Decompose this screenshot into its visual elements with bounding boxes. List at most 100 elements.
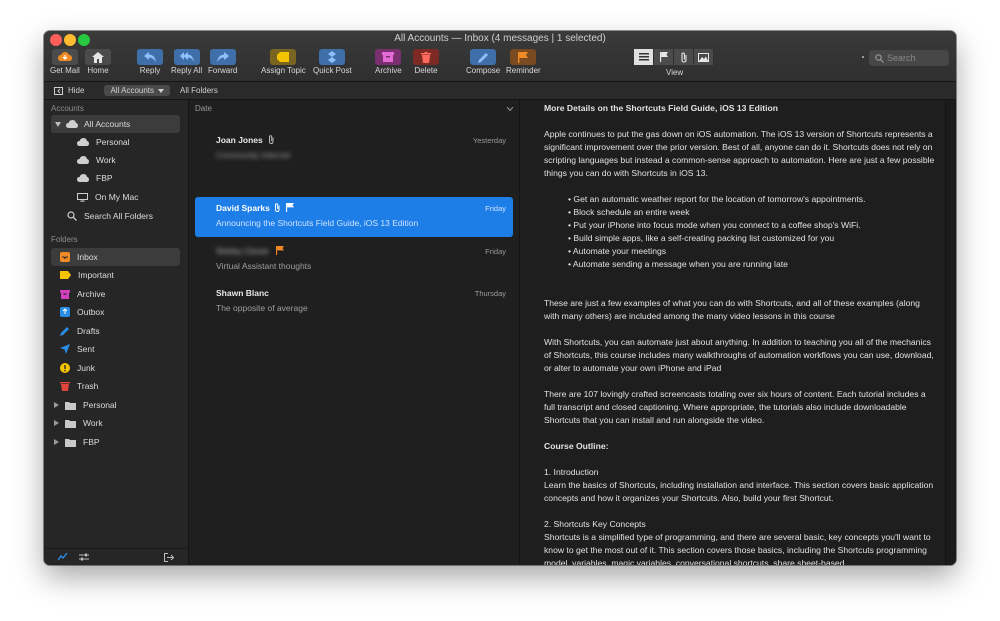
- message-row-selected[interactable]: David Sparks Friday Announcing the Short…: [195, 197, 513, 237]
- folders-section-label: Folders: [51, 235, 78, 244]
- sidebar-item-personal-account[interactable]: Personal: [51, 133, 180, 151]
- computer-icon: [77, 192, 88, 202]
- flagged-view-button[interactable]: [654, 49, 674, 65]
- all-folders-button[interactable]: All Folders: [180, 86, 218, 95]
- paper-plane-icon: [60, 344, 70, 354]
- trash-icon: [60, 382, 70, 391]
- scrollbar[interactable]: [945, 100, 956, 565]
- sidebar-item-search-all-folders[interactable]: Search All Folders: [51, 207, 180, 225]
- outbox-icon: [60, 307, 70, 317]
- forward-button[interactable]: Forward: [208, 49, 237, 75]
- quick-post-icon: [328, 51, 337, 63]
- sign-out-icon[interactable]: [164, 553, 174, 562]
- quick-post-button[interactable]: Quick Post: [313, 49, 352, 75]
- sidebar-item-sent[interactable]: Sent: [51, 340, 180, 358]
- home-button[interactable]: Home: [85, 49, 111, 75]
- message-subject: The opposite of average: [216, 303, 308, 313]
- list-item: Put your iPhone into focus mode when you…: [568, 219, 936, 232]
- hide-sidebar-button[interactable]: Hide: [54, 86, 84, 95]
- sidebar-item-inbox[interactable]: Inbox: [51, 248, 180, 266]
- search-placeholder: Search: [887, 53, 916, 63]
- compose-button[interactable]: Compose: [466, 49, 500, 75]
- message-subject: Announcing the Shortcuts Field Guide, iO…: [216, 218, 419, 228]
- sidebar-item-fbp-account[interactable]: FBP: [51, 169, 180, 187]
- sidebar-item-important[interactable]: Important: [51, 266, 180, 284]
- chevron-down-icon: [158, 88, 165, 93]
- paperclip-icon: [269, 135, 274, 144]
- cloud-icon: [77, 138, 89, 146]
- sidebar-item-drafts[interactable]: Drafts: [51, 322, 180, 340]
- image-icon: [698, 52, 709, 62]
- sidebar-item-work-folder[interactable]: Work: [51, 414, 180, 432]
- search-field[interactable]: Search: [869, 50, 949, 66]
- assign-topic-button[interactable]: Assign Topic: [261, 49, 306, 75]
- message-sender: Shirley Clover: [216, 246, 269, 256]
- list-item: Get an automatic weather report for the …: [568, 193, 936, 206]
- attachments-view-button[interactable]: [674, 49, 694, 65]
- cloud-icon: [77, 156, 89, 164]
- all-accounts-dropdown[interactable]: All Accounts: [104, 85, 171, 96]
- message-date: Thursday: [474, 289, 506, 298]
- chevron-down-icon[interactable]: [507, 107, 513, 111]
- reply-icon: [144, 52, 156, 62]
- sidebar-item-personal-folder[interactable]: Personal: [51, 396, 180, 414]
- sliders-icon[interactable]: [79, 553, 89, 561]
- message-sender: Joan Jones: [216, 135, 263, 145]
- get-mail-button[interactable]: Get Mail: [50, 49, 80, 75]
- sidebar: Accounts All Accounts Personal Work FBP …: [44, 100, 189, 565]
- outline-heading: Course Outline:: [544, 441, 609, 451]
- activity-icon[interactable]: [58, 553, 68, 561]
- sidebar-footer: [44, 548, 188, 565]
- sidebar-item-all-accounts[interactable]: All Accounts: [51, 115, 180, 133]
- sidebar-item-work-account[interactable]: Work: [51, 151, 180, 169]
- sidebar-item-fbp-folder[interactable]: FBP: [51, 433, 180, 451]
- archive-icon: [382, 52, 395, 62]
- home-icon: [92, 51, 104, 63]
- list-view-button[interactable]: [634, 49, 654, 65]
- delete-button[interactable]: Delete: [413, 49, 439, 75]
- message-heading: More Details on the Shortcuts Field Guid…: [544, 103, 778, 113]
- paperclip-icon: [275, 203, 280, 212]
- message-row[interactable]: Shawn Blanc Thursday The opposite of ave…: [195, 282, 513, 322]
- pencil-icon: [60, 327, 69, 336]
- sidebar-item-archive[interactable]: Archive: [51, 285, 180, 303]
- toolbar: All Accounts — Inbox (4 messages | 1 sel…: [44, 31, 956, 82]
- paperclip-icon: [680, 51, 687, 63]
- message-row[interactable]: Joan Jones Yesterday Community Internet: [195, 129, 513, 169]
- message-date: Friday: [485, 204, 506, 213]
- reminder-button[interactable]: Reminder: [506, 49, 541, 75]
- sidebar-item-junk[interactable]: Junk: [51, 359, 180, 377]
- get-mail-icon: [57, 52, 72, 61]
- folder-icon: [65, 401, 76, 410]
- outline-section-title: 2. Shortcuts Key Concepts: [544, 519, 646, 529]
- reply-button[interactable]: Reply: [137, 49, 163, 75]
- tag-icon: [277, 52, 290, 62]
- sort-header[interactable]: Date: [195, 104, 212, 113]
- cloud-icon: [66, 120, 78, 128]
- sidebar-item-trash[interactable]: Trash: [51, 377, 180, 395]
- folder-icon: [65, 438, 76, 447]
- sidebar-item-on-my-mac[interactable]: On My Mac: [51, 188, 180, 206]
- outline-section-title: 1. Introduction: [544, 467, 599, 477]
- list-item: Build simple apps, like a self-creating …: [568, 232, 936, 245]
- message-date: Friday: [485, 247, 506, 256]
- inbox-icon: [60, 252, 70, 262]
- sidebar-item-outbox[interactable]: Outbox: [51, 303, 180, 321]
- compose-icon: [477, 52, 488, 63]
- accounts-section-label: Accounts: [51, 104, 84, 113]
- folder-bar: Hide All Accounts All Folders: [44, 82, 956, 100]
- message-sender: David Sparks: [216, 203, 270, 213]
- body-paragraph: There are 107 lovingly crafted screencas…: [544, 389, 926, 425]
- cloud-icon: [77, 174, 89, 182]
- list-item: Automate your meetings: [568, 245, 936, 258]
- feature-list: Get an automatic weather report for the …: [544, 193, 936, 271]
- photos-view-button[interactable]: [694, 49, 714, 65]
- flag-icon: [276, 246, 284, 255]
- reply-all-button[interactable]: Reply All: [171, 49, 202, 75]
- archive-button[interactable]: Archive: [375, 49, 402, 75]
- list-icon: [638, 53, 649, 61]
- search-icon: [875, 53, 884, 63]
- message-row[interactable]: Shirley Clover Friday Virtual Assistant …: [195, 240, 513, 280]
- flag-icon: [659, 52, 668, 62]
- body-paragraph: With Shortcuts, you can automate just ab…: [544, 337, 934, 373]
